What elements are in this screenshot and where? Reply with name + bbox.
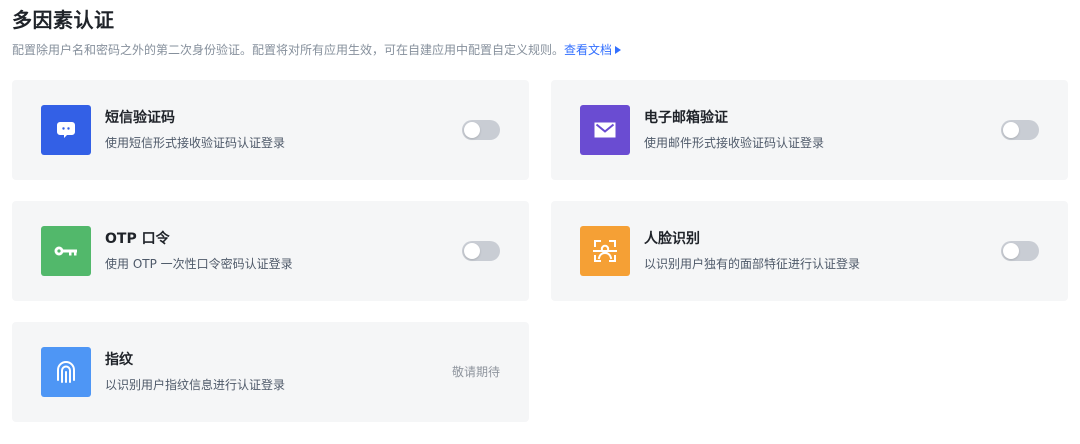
- toggle-knob: [1003, 243, 1019, 259]
- card-description: 使用邮件形式接收验证码认证登录: [644, 136, 825, 150]
- coming-soon-label: 敬请期待: [451, 365, 500, 379]
- mfa-card-sms: 短信验证码 使用短信形式接收验证码认证登录: [12, 80, 529, 180]
- card-title: 短信验证码: [105, 110, 175, 126]
- key-icon: [41, 226, 91, 276]
- card-description: 使用短信形式接收验证码认证登录: [105, 136, 286, 150]
- card-title: OTP 口令: [105, 231, 170, 247]
- toggle-knob: [1003, 122, 1019, 138]
- face-scan-icon-glyph: [593, 240, 617, 262]
- caret-right-icon: [615, 46, 622, 54]
- mfa-settings-page: 多因素认证 配置除用户名和密码之外的第二次身份验证。配置将对所有应用生效，可在自…: [0, 0, 1080, 444]
- toggle-knob: [464, 122, 480, 138]
- fingerprint-icon-glyph: [57, 361, 75, 383]
- otp-toggle-switch[interactable]: [462, 241, 500, 261]
- mfa-card-face: 人脸识别 以识别用户独有的面部特征进行认证登录: [551, 201, 1068, 301]
- card-description: 以识别用户指纹信息进行认证登录: [105, 378, 286, 392]
- mfa-card-otp: OTP 口令 使用 OTP 一次性口令密码认证登录: [12, 201, 529, 301]
- card-title: 电子邮箱验证: [644, 110, 728, 126]
- card-description: 以识别用户独有的面部特征进行认证登录: [644, 257, 861, 271]
- face-scan-icon: [580, 226, 630, 276]
- mfa-card-fingerprint: 指纹 以识别用户指纹信息进行认证登录 敬请期待: [12, 322, 529, 422]
- fingerprint-icon: [41, 347, 91, 397]
- email-envelope-icon-glyph: [594, 122, 616, 138]
- card-title: 指纹: [105, 352, 133, 368]
- view-docs-label: 查看文档: [564, 43, 613, 57]
- sms-message-icon-glyph: [57, 122, 75, 138]
- mfa-card-email: 电子邮箱验证 使用邮件形式接收验证码认证登录: [551, 80, 1068, 180]
- description-text: 配置除用户名和密码之外的第二次身份验证。配置将对所有应用生效，可在自建应用中配置…: [12, 43, 565, 57]
- email-envelope-icon: [580, 105, 630, 155]
- page-title: 多因素认证: [12, 8, 115, 32]
- face-toggle-switch[interactable]: [1001, 241, 1039, 261]
- toggle-knob: [464, 243, 480, 259]
- sms-toggle-switch[interactable]: [462, 120, 500, 140]
- email-toggle-switch[interactable]: [1001, 120, 1039, 140]
- card-description: 使用 OTP 一次性口令密码认证登录: [105, 257, 293, 271]
- sms-message-icon: [41, 105, 91, 155]
- page-description: 配置除用户名和密码之外的第二次身份验证。配置将对所有应用生效，可在自建应用中配置…: [12, 41, 622, 59]
- key-icon-glyph: [54, 246, 77, 256]
- card-title: 人脸识别: [644, 231, 700, 247]
- view-docs-link[interactable]: 查看文档: [564, 43, 622, 57]
